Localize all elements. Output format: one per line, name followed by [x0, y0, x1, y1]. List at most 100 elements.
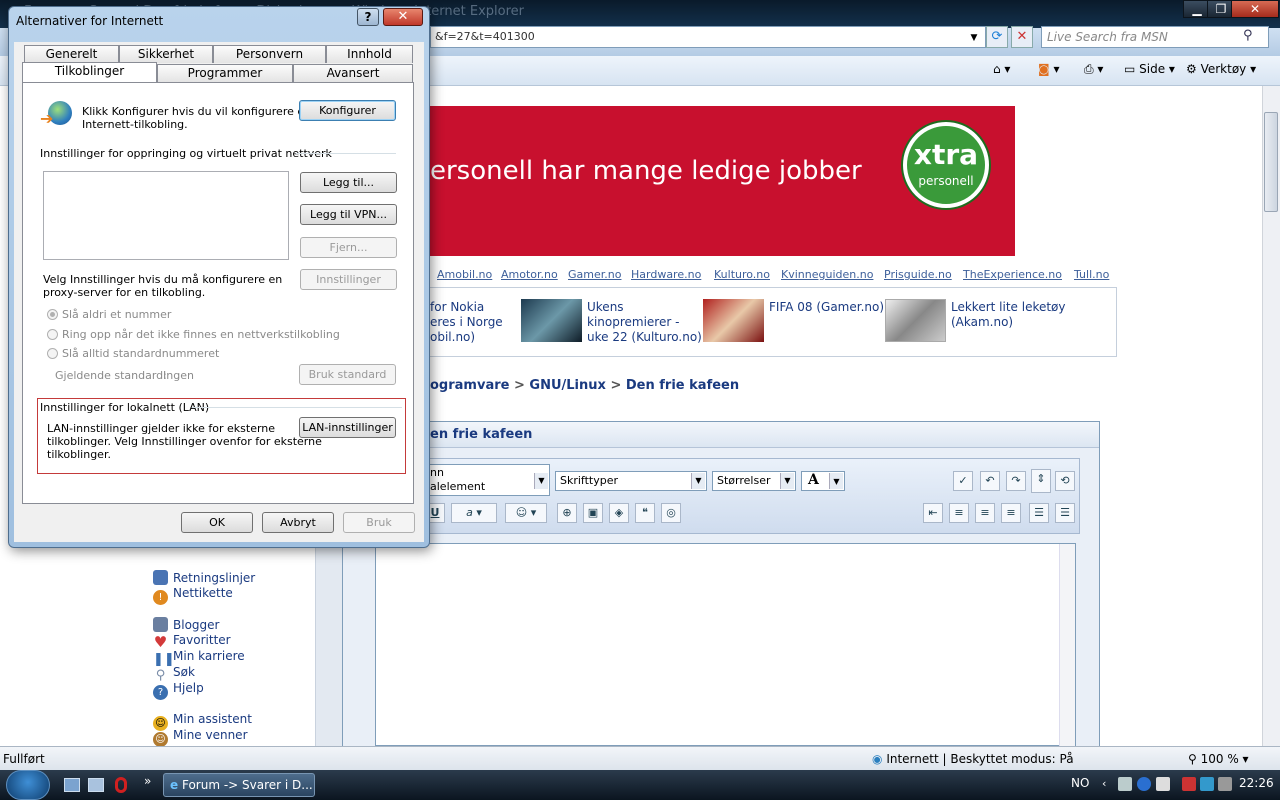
language-indicator[interactable]: NO	[1071, 776, 1089, 790]
news-item-4[interactable]: Lekkert lite leketøy (Akam.no)	[951, 300, 1066, 330]
textarea-scrollbar[interactable]	[1059, 544, 1075, 746]
link-amobil[interactable]: Amobil.no	[437, 268, 492, 281]
post-textarea[interactable]	[375, 543, 1076, 746]
apply-button[interactable]: Bruk	[343, 512, 415, 533]
format-select[interactable]: nn alelement ▼	[425, 464, 550, 496]
bluetooth-tray-icon[interactable]	[1137, 777, 1151, 791]
lan-settings-button[interactable]: LAN-innstillinger	[299, 417, 396, 438]
toggle-mode-icon[interactable]: ⟲	[1055, 471, 1075, 491]
tray-expand-icon[interactable]: ‹	[1102, 777, 1112, 791]
settings-button[interactable]: Innstillinger	[300, 269, 397, 290]
search-input[interactable]: Live Search fra MSN	[1041, 26, 1269, 48]
dialog-help-button[interactable]: ?	[357, 8, 379, 26]
refresh-icon[interactable]: ⟳	[986, 26, 1008, 48]
dialog-close-button[interactable]: ✕	[383, 8, 423, 26]
zoom-level[interactable]: ⚲ 100 % ▾	[1188, 752, 1249, 766]
link-amotor[interactable]: Amotor.no	[501, 268, 558, 281]
close-window-button[interactable]: ✕	[1231, 0, 1279, 18]
sidebar-item-favoritter[interactable]: ♥ Favoritter	[153, 633, 231, 650]
add-button[interactable]: Legg til...	[300, 172, 397, 193]
set-default-button[interactable]: Bruk standard	[299, 364, 396, 385]
search-icon[interactable]: ⚲	[1243, 28, 1253, 43]
add-vpn-button[interactable]: Legg til VPN...	[300, 204, 397, 225]
sidebar-item-mine-venner[interactable]: ☺ Mine venner	[153, 728, 248, 747]
configure-button[interactable]: Konfigurer	[299, 100, 396, 121]
address-input[interactable]: &f=27&t=401300	[430, 26, 986, 48]
tab-personvern[interactable]: Personvern	[213, 45, 326, 63]
undo-icon[interactable]: ↶	[980, 471, 1000, 491]
font-select[interactable]: Skrifttyper ▼	[555, 471, 707, 491]
resize-icon[interactable]: ⇕	[1031, 469, 1051, 493]
tools-menu[interactable]: ⚙ Verktøy ▾	[1186, 62, 1256, 76]
security-zone[interactable]: ◉ Internett | Beskyttet modus: På	[872, 752, 1074, 766]
news-item-3[interactable]: FIFA 08 (Gamer.no)	[769, 300, 884, 315]
spellcheck-icon[interactable]: ✓	[953, 471, 973, 491]
link-kulturo[interactable]: Kulturo.no	[714, 268, 770, 281]
news-thumb-4[interactable]	[885, 299, 946, 342]
radio-never-dial[interactable]	[47, 309, 58, 320]
insert-link-icon[interactable]: ⊕	[557, 503, 577, 523]
font-style-icon[interactable]: a ▾	[451, 503, 497, 523]
tab-tilkoblinger[interactable]: Tilkoblinger	[22, 62, 157, 82]
radio-dial-when-no-network[interactable]	[47, 329, 58, 340]
news-thumb-2[interactable]	[521, 299, 582, 342]
redo-icon[interactable]: ↷	[1006, 471, 1026, 491]
link-tull[interactable]: Tull.no	[1074, 268, 1109, 281]
smiley-icon[interactable]: ☺ ▾	[505, 503, 547, 523]
volume-tray-icon[interactable]	[1156, 777, 1170, 791]
news-thumb-3[interactable]	[703, 299, 764, 342]
page-menu[interactable]: ▭ Side ▾	[1124, 62, 1175, 76]
home-icon[interactable]: ⌂ ▾	[993, 62, 1010, 76]
sidebar-item-hjelp[interactable]: ? Hjelp	[153, 681, 204, 700]
device-tray-icon[interactable]	[1218, 777, 1232, 791]
link-kvinneguiden[interactable]: Kvinneguiden.no	[781, 268, 873, 281]
page-scrollbar-thumb[interactable]	[1264, 112, 1278, 212]
sidebar-item-blogger[interactable]: Blogger	[153, 617, 219, 632]
tab-programmer[interactable]: Programmer	[157, 64, 293, 82]
breadcrumb-den-frie-kafeen[interactable]: Den frie kafeen	[626, 378, 739, 393]
align-left-icon[interactable]: ≡	[949, 503, 969, 523]
link-hardware[interactable]: Hardware.no	[631, 268, 701, 281]
outdent-icon[interactable]: ⇤	[923, 503, 943, 523]
tab-avansert[interactable]: Avansert	[293, 64, 413, 82]
security-tray-icon[interactable]	[1182, 777, 1196, 791]
print-icon[interactable]: ⎙ ▾	[1084, 62, 1103, 77]
power-tray-icon[interactable]	[1200, 777, 1214, 791]
radio-always-dial-default[interactable]	[47, 348, 58, 359]
address-dropdown-icon[interactable]: ▼	[967, 30, 981, 46]
network-tray-icon[interactable]	[1118, 777, 1132, 791]
connections-list[interactable]	[43, 171, 289, 260]
breadcrumb-programvare[interactable]: ogramvare	[430, 378, 509, 393]
size-select[interactable]: Størrelser ▼	[712, 471, 796, 491]
quote-icon[interactable]: ❝	[635, 503, 655, 523]
tab-innhold[interactable]: Innhold	[326, 45, 413, 63]
taskbar-ie-window[interactable]: e Forum -> Svarer i D...	[163, 773, 315, 797]
tab-generelt[interactable]: Generelt	[24, 45, 119, 63]
align-center-icon[interactable]: ≡	[975, 503, 995, 523]
unordered-list-icon[interactable]: ☰	[1055, 503, 1075, 523]
link-theexperience[interactable]: TheExperience.no	[963, 268, 1062, 281]
feeds-icon[interactable]: ◙ ▾	[1038, 62, 1060, 76]
news-item-1[interactable]: for Nokia eres i Norge obil.no)	[430, 300, 520, 345]
sidebar-item-retningslinjer[interactable]: Retningslinjer	[153, 570, 255, 585]
insert-media-icon[interactable]: ◈	[609, 503, 629, 523]
quicklaunch-more[interactable]: »	[144, 774, 151, 788]
news-item-2[interactable]: Ukens kinopremierer - uke 22 (Kulturo.no…	[587, 300, 702, 345]
clock[interactable]: 22:26	[1239, 776, 1274, 790]
code-icon[interactable]: ◎	[661, 503, 681, 523]
link-gamer[interactable]: Gamer.no	[568, 268, 621, 281]
opera-icon[interactable]	[115, 777, 127, 793]
stop-icon[interactable]: ✕	[1011, 26, 1033, 48]
ok-button[interactable]: OK	[181, 512, 253, 533]
align-right-icon[interactable]: ≡	[1001, 503, 1021, 523]
breadcrumb-gnu-linux[interactable]: GNU/Linux	[529, 378, 606, 393]
switch-windows-icon[interactable]	[88, 778, 104, 792]
remove-button[interactable]: Fjern...	[300, 237, 397, 258]
ordered-list-icon[interactable]: ☰	[1029, 503, 1049, 523]
show-desktop-icon[interactable]	[64, 778, 80, 792]
color-select[interactable]: A ▼	[801, 471, 845, 491]
insert-image-icon[interactable]: ▣	[583, 503, 603, 523]
sidebar-item-nettikette[interactable]: ! Nettikette	[153, 586, 233, 605]
link-prisguide[interactable]: Prisguide.no	[884, 268, 952, 281]
tab-sikkerhet[interactable]: Sikkerhet	[119, 45, 213, 63]
